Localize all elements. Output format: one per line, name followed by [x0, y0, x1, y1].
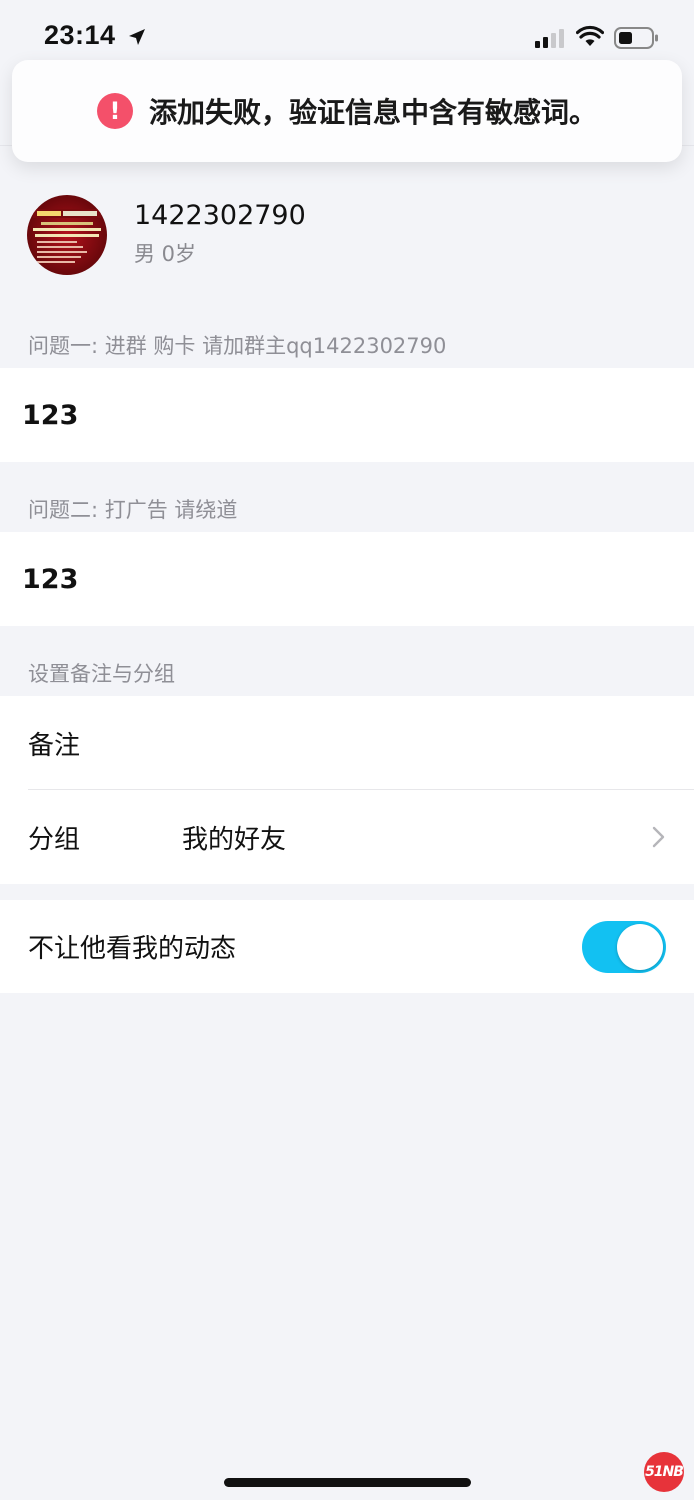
group-label: 分组: [28, 824, 81, 855]
profile-header: 1422302790 男 0岁: [0, 180, 694, 290]
remark-label: 备注: [28, 730, 81, 761]
question-2-label: 问题二: 打广告 请绕道: [28, 498, 238, 522]
question-2-answer: 123: [22, 563, 79, 595]
privacy-toggle[interactable]: [582, 920, 666, 973]
question-1-answer-field[interactable]: 123: [0, 368, 694, 462]
question-1-label: 问题一: 进群 购卡 请加群主qq1422302790: [28, 334, 447, 358]
battery-icon: [614, 27, 658, 49]
error-toast: ! 添加失败，验证信息中含有敏感词。: [12, 60, 682, 162]
cellular-signal-icon: [535, 29, 564, 48]
remark-row[interactable]: 备注: [0, 696, 694, 790]
group-value: 我的好友: [182, 824, 287, 855]
alert-icon: !: [96, 93, 133, 129]
avatar[interactable]: [27, 195, 107, 275]
question-2-answer-field[interactable]: 123: [0, 532, 694, 626]
profile-name: 1422302790: [134, 200, 306, 231]
avatar-image: [27, 195, 107, 275]
toast-message: 添加失败，验证信息中含有敏感词。: [148, 96, 597, 129]
chevron-right-icon: [652, 826, 665, 848]
privacy-label: 不让他看我的动态: [28, 934, 237, 964]
toggle-knob: [617, 923, 663, 970]
group-row[interactable]: 分组 我的好友: [0, 790, 694, 884]
status-time: 23:14: [44, 20, 116, 50]
privacy-row: 不让他看我的动态: [0, 900, 694, 993]
profile-meta: 男 0岁: [134, 242, 197, 266]
home-indicator[interactable]: [224, 1478, 471, 1487]
location-arrow-icon: [129, 29, 145, 45]
question-1-answer: 123: [22, 399, 79, 431]
settings-section-label: 设置备注与分组: [28, 662, 175, 686]
wifi-icon: [576, 25, 604, 46]
watermark-logo: 51NB: [644, 1452, 684, 1492]
